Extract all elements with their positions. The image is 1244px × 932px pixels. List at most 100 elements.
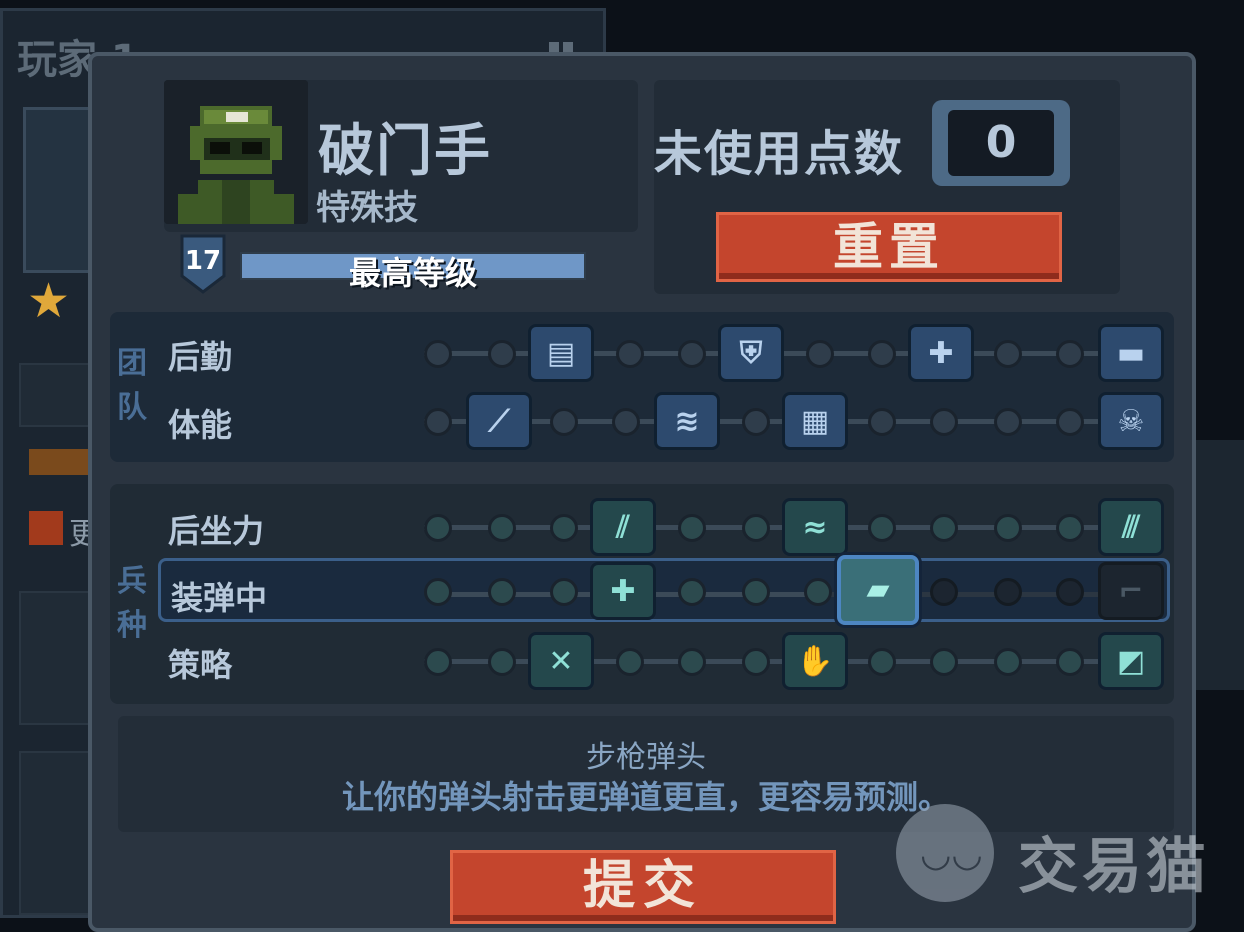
skill-node-locked[interactable] xyxy=(930,578,958,606)
skill-node[interactable] xyxy=(930,648,958,676)
perk-supply-box[interactable]: ▬ xyxy=(1098,324,1164,382)
skill-node[interactable] xyxy=(616,648,644,676)
skill-node[interactable] xyxy=(488,514,516,542)
skill-node[interactable] xyxy=(994,514,1022,542)
skill-row-recoil: 后坐力 ⫽ ≈ ⫻ xyxy=(158,494,1170,558)
skill-node[interactable] xyxy=(868,408,896,436)
perk-shield-plus[interactable]: ⛨ xyxy=(718,324,784,382)
perk-recoil[interactable]: ⫽ xyxy=(590,498,656,556)
perk-shrapnel[interactable]: ✕ xyxy=(528,632,594,690)
group-label-weapon: 兵种 xyxy=(117,564,147,643)
supply-box-icon: ▬ xyxy=(1116,336,1146,371)
skill-node[interactable] xyxy=(742,514,770,542)
panel-slot xyxy=(19,751,97,915)
skill-node[interactable] xyxy=(1056,514,1084,542)
skill-node[interactable] xyxy=(550,514,578,542)
skill-tree-dialog: 破门手 特殊技 17 最高等级 未使用点数 0 重置 团队 后勤 ▤ ⛨ ✚ ▬… xyxy=(88,52,1196,932)
perk-knife[interactable]: ⟋ xyxy=(466,392,532,450)
skill-node[interactable] xyxy=(424,340,452,368)
xp-progress-bar: 最高等级 xyxy=(240,252,586,292)
skill-node[interactable] xyxy=(804,578,832,606)
rifle-slug-icon: ▰ xyxy=(866,572,890,607)
panel-slot xyxy=(19,363,97,427)
perk-rifle-slug-selected[interactable]: ▰ xyxy=(837,555,919,625)
watermark: ◡◡ 交易猫 xyxy=(896,804,1236,904)
skill-node[interactable] xyxy=(806,340,834,368)
class-subtitle: 特殊技 xyxy=(316,188,418,228)
unused-points-frame: 0 xyxy=(932,100,1070,186)
perk-armor-plates[interactable]: ▦ xyxy=(782,392,848,450)
skill-row-reloading: 装弹中 ✚ ▰ ⌐ xyxy=(158,555,1170,625)
skill-node[interactable] xyxy=(930,514,958,542)
shield-plus-icon: ⛨ xyxy=(739,336,763,371)
skill-node[interactable] xyxy=(488,648,516,676)
skull-icon: ☠ xyxy=(1117,404,1145,439)
skill-node[interactable] xyxy=(742,578,770,606)
class-portrait xyxy=(164,80,308,224)
skill-node[interactable] xyxy=(424,648,452,676)
shrapnel-icon: ✕ xyxy=(548,644,574,679)
skill-node[interactable] xyxy=(488,340,516,368)
perk-medkit[interactable]: ✚ xyxy=(908,324,974,382)
skill-node[interactable] xyxy=(678,514,706,542)
medkit-icon: ✚ xyxy=(928,336,954,371)
perk-ammo-crate[interactable]: ▤ xyxy=(528,324,594,382)
skill-node-locked[interactable] xyxy=(994,578,1022,606)
skill-node[interactable] xyxy=(994,648,1022,676)
armor-plates-icon: ▦ xyxy=(800,404,830,439)
skill-node[interactable] xyxy=(424,578,452,606)
max-level-text: 最高等级 xyxy=(348,254,477,292)
skill-node[interactable] xyxy=(930,408,958,436)
skill-node[interactable] xyxy=(742,408,770,436)
skill-row-label: 策略 xyxy=(168,646,233,684)
stabilizer-icon: ≈ xyxy=(802,510,828,545)
skill-group-team: 团队 后勤 ▤ ⛨ ✚ ▬ 体能 ⟋ ≋ ▦ ☠ xyxy=(110,312,1174,462)
skill-node[interactable] xyxy=(868,340,896,368)
skill-node[interactable] xyxy=(1056,408,1084,436)
perk-skull[interactable]: ☠ xyxy=(1098,392,1164,450)
skill-node-locked[interactable] xyxy=(1056,578,1084,606)
skill-node[interactable] xyxy=(550,578,578,606)
perk-glove[interactable]: ✋ xyxy=(782,632,848,690)
skill-node[interactable] xyxy=(678,578,706,606)
star-icon: ★ xyxy=(27,273,71,329)
skill-node[interactable] xyxy=(742,648,770,676)
skill-row-label: 后勤 xyxy=(168,338,233,376)
skill-node[interactable] xyxy=(994,340,1022,368)
skill-node[interactable] xyxy=(1056,340,1084,368)
skill-node[interactable] xyxy=(424,408,452,436)
skill-node[interactable] xyxy=(678,648,706,676)
fire-ammo-icon xyxy=(29,511,63,545)
submit-button[interactable]: 提交 xyxy=(450,850,836,924)
skill-group-weapon: 兵种 后坐力 ⫽ ≈ ⫻ 装弹中 ✚ ▰ ⌐ 策略 ✕ ✋ ◩ xyxy=(110,484,1174,704)
group-label-team: 团队 xyxy=(117,346,147,425)
perk-spread[interactable]: ⫻ xyxy=(1098,498,1164,556)
ammo-crate-icon: ▤ xyxy=(546,336,576,371)
skill-node[interactable] xyxy=(550,408,578,436)
skill-node[interactable] xyxy=(868,514,896,542)
perk-sprint[interactable]: ≋ xyxy=(654,392,720,450)
skill-row-label: 体能 xyxy=(168,406,233,444)
reset-button[interactable]: 重置 xyxy=(716,212,1062,282)
skill-node[interactable] xyxy=(868,648,896,676)
panel-slot xyxy=(19,591,97,725)
skill-node[interactable] xyxy=(994,408,1022,436)
plus-ammo-icon: ✚ xyxy=(610,574,636,609)
perk-shield[interactable]: ◩ xyxy=(1098,632,1164,690)
skill-node[interactable] xyxy=(678,340,706,368)
perk-stabilizer[interactable]: ≈ xyxy=(782,498,848,556)
skill-node[interactable] xyxy=(616,340,644,368)
perk-title: 步枪弹头 xyxy=(586,740,706,775)
locked-gun-icon: ⌐ xyxy=(1118,574,1144,609)
spread-icon: ⫻ xyxy=(1122,510,1140,545)
skill-node[interactable] xyxy=(488,578,516,606)
skill-node[interactable] xyxy=(612,408,640,436)
weapon-icon xyxy=(29,449,91,475)
perk-plus-ammo[interactable]: ✚ xyxy=(590,562,656,620)
skill-node[interactable] xyxy=(424,514,452,542)
skill-node[interactable] xyxy=(1056,648,1084,676)
skill-row-label: 装弹中 xyxy=(171,579,268,617)
perk-locked-gun[interactable]: ⌐ xyxy=(1098,562,1164,620)
knife-icon: ⟋ xyxy=(488,404,510,439)
skill-row-label: 后坐力 xyxy=(168,512,265,550)
